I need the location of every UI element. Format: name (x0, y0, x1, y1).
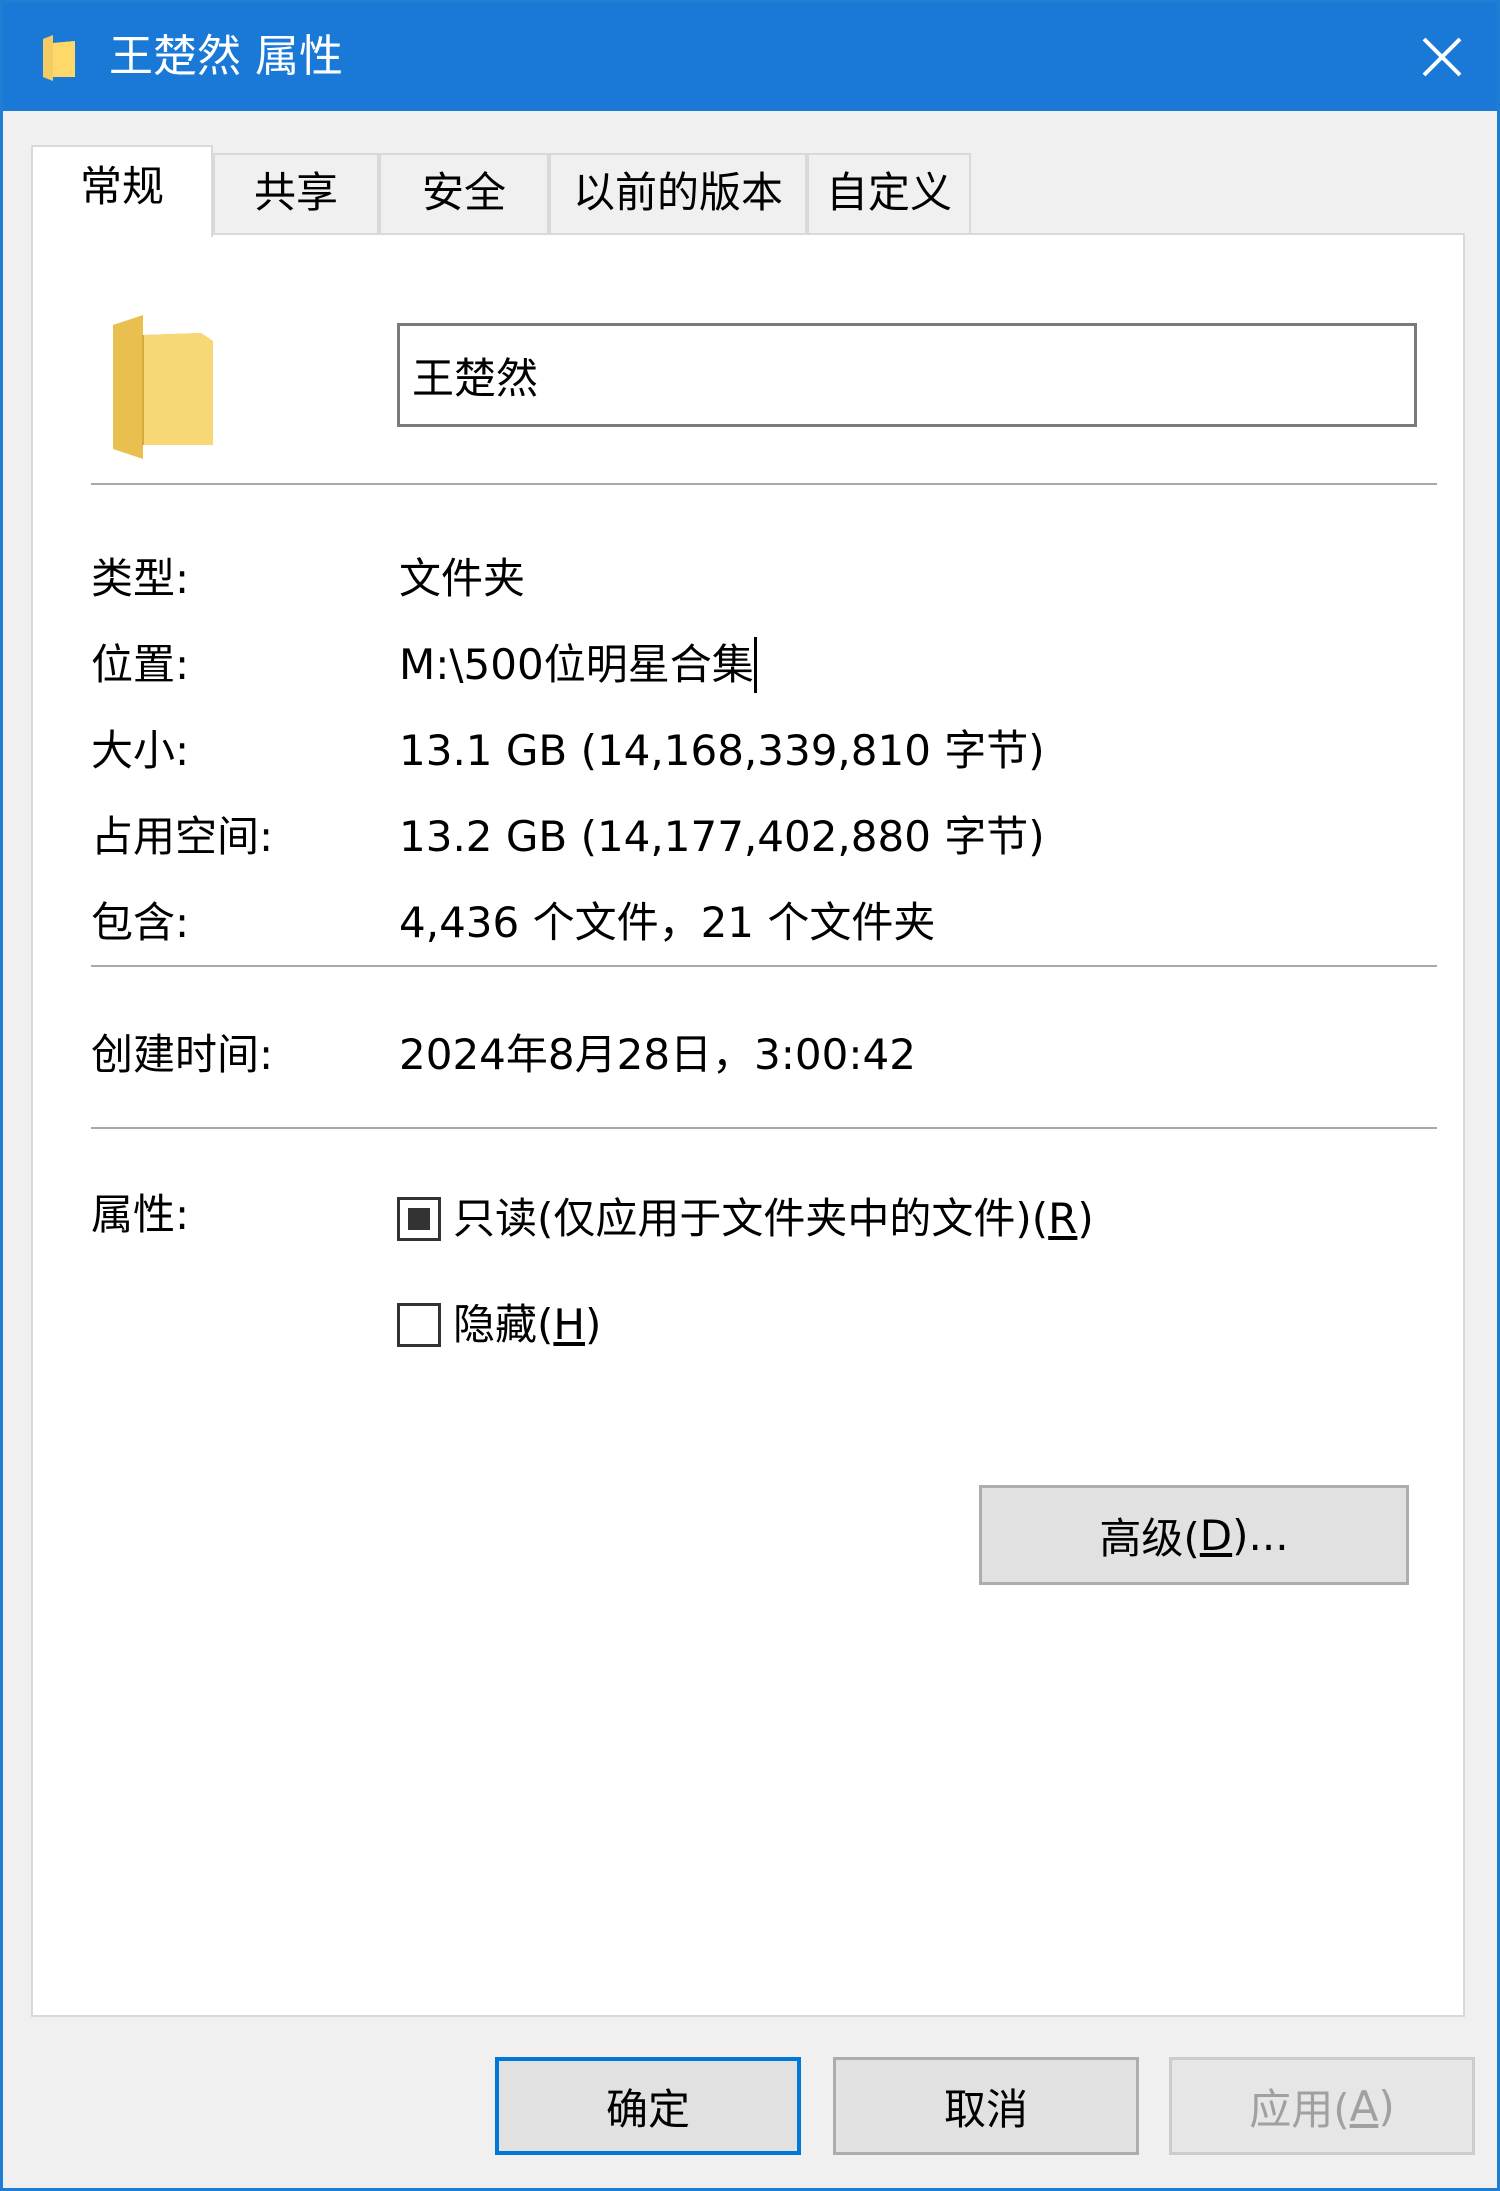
readonly-label[interactable]: 只读(仅应用于文件夹中的文件)(R) (453, 1191, 1094, 1247)
indeterminate-mark (408, 1208, 430, 1230)
size-label: 大小: (91, 726, 190, 775)
folder-icon (43, 35, 75, 81)
tab-general[interactable]: 常规 (31, 145, 213, 237)
cancel-button[interactable]: 取消 (833, 2057, 1139, 2155)
general-panel: 类型: 文件夹 位置: M:\500位明星合集 大小: 13.1 GB (14,… (31, 233, 1465, 2017)
disk-size-value: 13.2 GB (14,177,402,880 字节) (399, 812, 1045, 861)
divider (91, 965, 1437, 967)
tab-sharing[interactable]: 共享 (213, 153, 379, 233)
properties-window: 王楚然 属性 常规 共享 安全 以前的版本 自定义 类型: 文件夹 位置: M:… (0, 0, 1500, 2191)
location-label: 位置: (91, 640, 190, 689)
title-bar[interactable]: 王楚然 属性 (3, 3, 1497, 111)
folder-name-input[interactable] (397, 323, 1417, 427)
ok-button[interactable]: 确定 (495, 2057, 801, 2155)
tab-customize[interactable]: 自定义 (807, 153, 971, 233)
type-value: 文件夹 (399, 554, 526, 603)
type-label: 类型: (91, 554, 190, 603)
window-title: 王楚然 属性 (109, 31, 343, 82)
disk-size-label: 占用空间: (91, 812, 274, 861)
attributes-label: 属性: (91, 1190, 190, 1239)
location-text: M:\500位明星合集 (399, 640, 754, 689)
hidden-label[interactable]: 隐藏(H) (453, 1297, 601, 1353)
created-label: 创建时间: (91, 1030, 274, 1079)
text-caret (753, 637, 757, 693)
contains-label: 包含: (91, 898, 190, 947)
divider (91, 483, 1437, 485)
tab-security[interactable]: 安全 (379, 153, 549, 233)
hidden-checkbox[interactable] (397, 1303, 441, 1347)
close-button[interactable] (1387, 3, 1497, 111)
readonly-checkbox[interactable] (397, 1197, 441, 1241)
apply-button: 应用(A) (1169, 2057, 1475, 2155)
divider (91, 1127, 1437, 1129)
created-value: 2024年8月28日，3:00:42 (399, 1030, 916, 1079)
advanced-button[interactable]: 高级(D)... (979, 1485, 1409, 1585)
folder-icon (113, 315, 213, 459)
tab-previous-versions[interactable]: 以前的版本 (549, 153, 807, 233)
size-value: 13.1 GB (14,168,339,810 字节) (399, 726, 1045, 775)
close-icon (1422, 37, 1462, 77)
location-value[interactable]: M:\500位明星合集 (399, 637, 757, 693)
contains-value: 4,436 个文件，21 个文件夹 (399, 898, 936, 947)
